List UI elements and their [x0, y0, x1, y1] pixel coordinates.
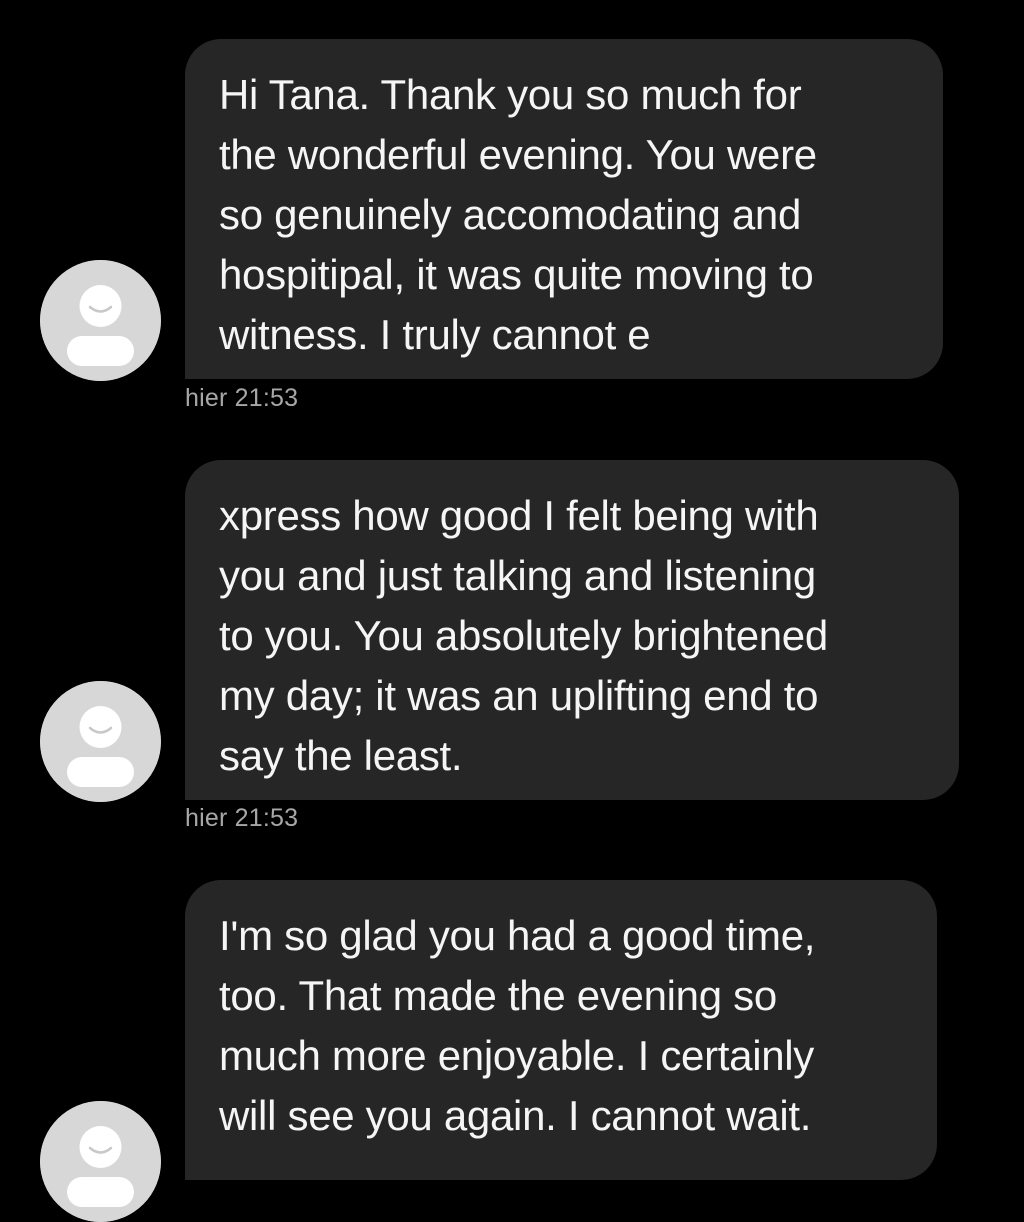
default-user-avatar-icon — [40, 681, 161, 802]
message-line: Hi Tana. Thank you so much for — [219, 71, 802, 118]
message-bubble[interactable]: xpress how good I felt being with you an… — [185, 460, 959, 800]
message-line: much more enjoyable. I certainly — [219, 1032, 815, 1079]
message-line: say the least. — [219, 732, 463, 779]
default-user-avatar-icon — [40, 1101, 161, 1222]
message-thread: Hi Tana. Thank you so much for the wonde… — [0, 0, 1024, 1222]
message-line: I'm so glad you had a good time, — [219, 912, 816, 959]
message-bubble[interactable]: I'm so glad you had a good time, too. Th… — [185, 880, 937, 1180]
message-line: to you. You absolutely brightened — [219, 612, 828, 659]
message-line: hospitipal, it was quite moving to — [219, 251, 814, 298]
message-line: xpress how good I felt being with — [219, 492, 819, 539]
message-line: the wonderful evening. You were — [219, 131, 817, 178]
message-line: you and just talking and listening — [219, 552, 816, 599]
message-bubble[interactable]: Hi Tana. Thank you so much for the wonde… — [185, 39, 943, 379]
sender-avatar[interactable] — [40, 1101, 161, 1222]
default-user-avatar-icon — [40, 260, 161, 381]
sender-avatar[interactable] — [40, 260, 161, 381]
message-timestamp: hier 21:53 — [185, 384, 299, 412]
sender-avatar[interactable] — [40, 681, 161, 802]
message-line: so genuinely accomodating and — [219, 191, 802, 238]
message-timestamp: hier 21:53 — [185, 804, 299, 832]
message-line: my day; it was an uplifting end to — [219, 672, 819, 719]
message-line: witness. I truly cannot e — [219, 311, 651, 358]
message-line: too. That made the evening so — [219, 972, 777, 1019]
message-line: will see you again. I cannot wait. — [219, 1092, 812, 1139]
